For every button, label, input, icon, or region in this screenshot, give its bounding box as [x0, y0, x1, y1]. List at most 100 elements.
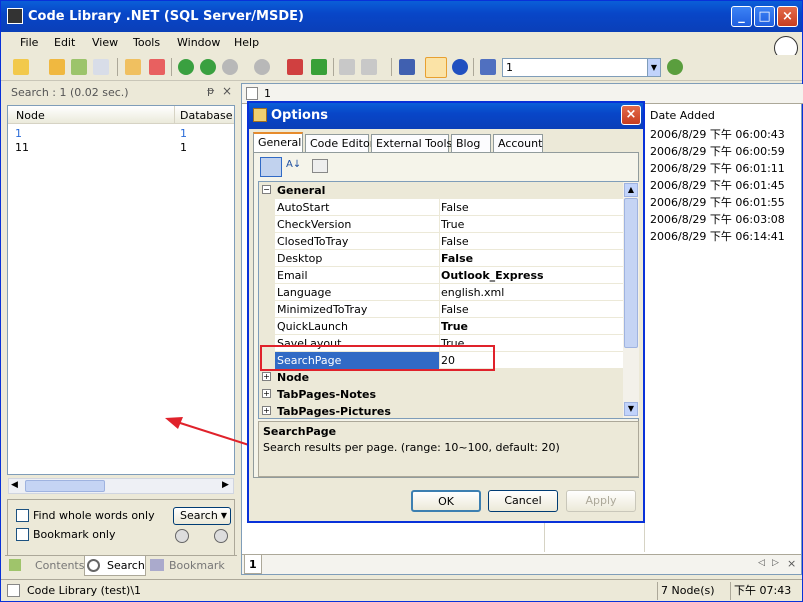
- menu-tools[interactable]: Tools: [133, 36, 160, 49]
- tab-contents[interactable]: Contents: [35, 559, 84, 572]
- date-cell[interactable]: 2006/8/29 下午 06:14:41: [648, 228, 802, 245]
- property-row[interactable]: AutoStart False: [259, 199, 623, 216]
- date-cell[interactable]: 2006/8/29 下午 06:01:11: [648, 160, 802, 177]
- search-button[interactable]: Search ▼: [173, 507, 231, 525]
- tab-search[interactable]: Search: [107, 559, 145, 572]
- tab-general[interactable]: General: [253, 132, 303, 153]
- close-button[interactable]: ×: [777, 6, 798, 27]
- tab-external-tools[interactable]: External Tools: [371, 134, 452, 152]
- property-value[interactable]: english.xml: [441, 286, 504, 299]
- date-cell[interactable]: 2006/8/29 下午 06:03:08: [648, 211, 802, 228]
- menu-view[interactable]: View: [92, 36, 118, 49]
- result-database[interactable]: 1: [180, 141, 187, 154]
- database-icon[interactable]: [480, 59, 496, 75]
- scroll-thumb[interactable]: [25, 480, 105, 492]
- property-row[interactable]: ClosedToTray False: [259, 233, 623, 250]
- apply-button[interactable]: Apply: [566, 490, 636, 512]
- delete-icon[interactable]: [149, 59, 165, 75]
- back-icon[interactable]: [178, 59, 194, 75]
- expand-icon[interactable]: +: [262, 389, 271, 398]
- help-icon[interactable]: [452, 59, 468, 75]
- search-prev-icon[interactable]: [175, 529, 189, 543]
- down-icon[interactable]: [254, 59, 270, 75]
- bookmark-only-checkbox[interactable]: [16, 528, 29, 541]
- property-value[interactable]: False: [441, 201, 469, 214]
- date-cell[interactable]: 2006/8/29 下午 06:01:55: [648, 194, 802, 211]
- paste-icon[interactable]: [311, 59, 327, 75]
- tab-code-editor[interactable]: Code Editor: [305, 134, 374, 152]
- find-whole-words-checkbox[interactable]: [16, 509, 29, 522]
- menu-file[interactable]: File: [20, 36, 38, 49]
- cut-icon[interactable]: [287, 59, 303, 75]
- scroll-down-icon[interactable]: ▼: [624, 402, 638, 416]
- scroll-up-icon[interactable]: ▲: [624, 183, 638, 197]
- pane-close-icon[interactable]: ×: [222, 84, 232, 98]
- date-cell[interactable]: 2006/8/29 下午 06:00:59: [648, 143, 802, 160]
- print-icon[interactable]: [361, 59, 377, 75]
- collapse-icon[interactable]: −: [262, 185, 271, 194]
- menu-edit[interactable]: Edit: [54, 36, 75, 49]
- expand-icon[interactable]: +: [262, 406, 271, 415]
- scroll-left-icon[interactable]: ◀: [11, 480, 18, 490]
- result-database[interactable]: 1: [180, 127, 187, 140]
- fullscreen-icon[interactable]: [399, 59, 415, 75]
- category-tabpages-notes[interactable]: + TabPages-Notes: [259, 386, 623, 403]
- export-icon[interactable]: [339, 59, 355, 75]
- search-next-icon[interactable]: [214, 529, 228, 543]
- scroll-right-icon[interactable]: ▶: [222, 480, 229, 490]
- property-value[interactable]: False: [441, 303, 469, 316]
- result-node[interactable]: 11: [15, 141, 29, 154]
- property-value[interactable]: False: [441, 252, 473, 265]
- new-node-icon[interactable]: [125, 59, 141, 75]
- property-pages-icon[interactable]: [312, 159, 328, 173]
- refresh-icon[interactable]: [71, 59, 87, 75]
- maximize-button[interactable]: □: [754, 6, 775, 27]
- ok-button[interactable]: OK: [411, 490, 481, 512]
- tab-next-icon[interactable]: ▷: [772, 558, 779, 568]
- up-icon[interactable]: [222, 59, 238, 75]
- category-tabpages-pictures[interactable]: + TabPages-Pictures: [259, 403, 623, 418]
- result-node[interactable]: 1: [15, 127, 22, 140]
- col-node[interactable]: Node: [16, 109, 45, 122]
- tab-account[interactable]: Account: [493, 134, 543, 152]
- date-cell[interactable]: 2006/8/29 下午 06:01:45: [648, 177, 802, 194]
- property-row[interactable]: CheckVersion True: [259, 216, 623, 233]
- new-folder-icon[interactable]: [49, 59, 65, 75]
- categorized-icon[interactable]: [260, 157, 282, 177]
- property-value[interactable]: True: [441, 320, 468, 333]
- property-list[interactable]: − General AutoStart False CheckVersion Tru…: [258, 181, 639, 419]
- copy-icon[interactable]: [93, 59, 109, 75]
- chevron-down-icon[interactable]: ▼: [647, 59, 660, 76]
- bottom-tab[interactable]: 1: [249, 558, 257, 571]
- col-database[interactable]: Database: [180, 109, 233, 122]
- tab-prev-icon[interactable]: ◁: [758, 558, 765, 568]
- property-row[interactable]: MinimizedToTray False: [259, 301, 623, 318]
- dialog-close-button[interactable]: ×: [621, 105, 641, 125]
- minimize-button[interactable]: _: [731, 6, 752, 27]
- horizontal-scrollbar[interactable]: ◀ ▶: [8, 478, 234, 494]
- tab-close-icon[interactable]: ×: [787, 557, 796, 570]
- category-node[interactable]: + Node: [259, 369, 623, 386]
- cancel-button[interactable]: Cancel: [488, 490, 558, 512]
- tab-blog[interactable]: Blog: [451, 134, 491, 152]
- property-value[interactable]: True: [441, 218, 464, 231]
- scroll-thumb[interactable]: [624, 198, 638, 348]
- property-row[interactable]: Language english.xml: [259, 284, 623, 301]
- property-value[interactable]: Outlook_Express: [441, 269, 544, 282]
- property-value[interactable]: False: [441, 235, 469, 248]
- property-row[interactable]: Email Outlook_Express: [259, 267, 623, 284]
- pin-icon[interactable]: ᵽ: [207, 84, 214, 97]
- document-tab[interactable]: 1: [264, 87, 271, 100]
- go-icon[interactable]: [667, 59, 683, 75]
- menu-window[interactable]: Window: [177, 36, 220, 49]
- tab-bookmark[interactable]: Bookmark: [169, 559, 225, 572]
- category-general[interactable]: − General: [259, 182, 623, 199]
- open-folder-icon[interactable]: [13, 59, 29, 75]
- property-row[interactable]: QuickLaunch True: [259, 318, 623, 335]
- col-date-added[interactable]: Date Added: [650, 109, 715, 122]
- forward-icon[interactable]: [200, 59, 216, 75]
- database-combo[interactable]: 1 ▼: [502, 58, 661, 77]
- date-cell[interactable]: 2006/8/29 下午 06:00:43: [648, 126, 802, 143]
- options-tools-icon[interactable]: [425, 57, 447, 78]
- property-row[interactable]: Desktop False: [259, 250, 623, 267]
